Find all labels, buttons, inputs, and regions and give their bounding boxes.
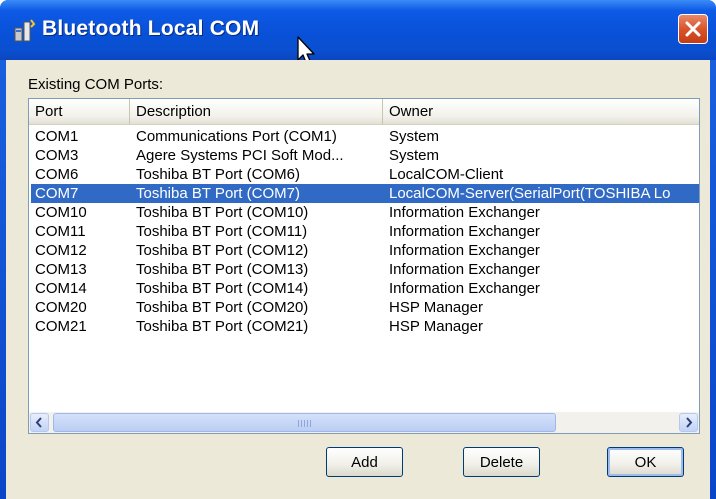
window-title: Bluetooth Local COM bbox=[42, 17, 260, 40]
description-cell: Toshiba BT Port (COM7) bbox=[136, 185, 300, 202]
column-header-description[interactable]: Description bbox=[130, 99, 383, 124]
table-row[interactable]: COM6 Toshiba BT Port (COM6) LocalCOM-Cli… bbox=[29, 165, 699, 184]
chevron-left-icon bbox=[35, 417, 42, 428]
port-cell: COM12 bbox=[35, 242, 87, 259]
table-row[interactable]: COM10 Toshiba BT Port (COM10) Informatio… bbox=[29, 203, 699, 222]
port-cell: COM21 bbox=[35, 318, 87, 335]
port-cell: COM13 bbox=[35, 261, 87, 278]
column-header-port[interactable]: Port bbox=[29, 99, 130, 124]
table-row[interactable]: COM21 Toshiba BT Port (COM21) HSP Manage… bbox=[29, 317, 699, 336]
table-row[interactable]: COM12 Toshiba BT Port (COM12) Informatio… bbox=[29, 241, 699, 260]
dialog-window: Bluetooth Local COM Existing COM Ports: … bbox=[0, 0, 716, 499]
scrollbar-grip bbox=[298, 420, 312, 427]
table-row[interactable]: COM13 Toshiba BT Port (COM13) Informatio… bbox=[29, 260, 699, 279]
dialog-client-area: Existing COM Ports: Port Description Own… bbox=[6, 60, 710, 499]
close-button[interactable] bbox=[678, 14, 708, 44]
table-row[interactable]: COM1 Communications Port (COM1) System bbox=[29, 127, 699, 146]
scroll-right-button[interactable] bbox=[679, 413, 698, 432]
description-cell: Toshiba BT Port (COM21) bbox=[136, 318, 309, 335]
owner-cell: HSP Manager bbox=[389, 318, 483, 335]
description-cell: Toshiba BT Port (COM10) bbox=[136, 204, 309, 221]
owner-cell: LocalCOM-Client bbox=[389, 166, 504, 183]
horizontal-scrollbar[interactable] bbox=[29, 412, 699, 433]
bluetooth-com-app-icon bbox=[14, 19, 36, 42]
description-cell: Toshiba BT Port (COM20) bbox=[136, 299, 309, 316]
description-cell: Toshiba BT Port (COM13) bbox=[136, 261, 309, 278]
add-button[interactable]: Add bbox=[326, 447, 403, 477]
port-cell: COM7 bbox=[35, 185, 79, 202]
owner-cell: System bbox=[389, 128, 440, 145]
scrollbar-thumb[interactable] bbox=[53, 413, 556, 432]
scroll-left-button[interactable] bbox=[30, 413, 49, 432]
description-cell: Agere Systems PCI Soft Mod... bbox=[136, 147, 344, 164]
table-row[interactable]: COM20 Toshiba BT Port (COM20) HSP Manage… bbox=[29, 298, 699, 317]
description-cell: Toshiba BT Port (COM14) bbox=[136, 280, 309, 297]
owner-cell: LocalCOM-Server(SerialPort(TOSHIBA Lo bbox=[389, 185, 671, 202]
port-cell: COM14 bbox=[35, 280, 87, 297]
port-cell: COM20 bbox=[35, 299, 87, 316]
owner-cell: HSP Manager bbox=[389, 299, 483, 316]
owner-cell: Information Exchanger bbox=[389, 261, 540, 278]
table-row[interactable]: COM3 Agere Systems PCI Soft Mod... Syste… bbox=[29, 146, 699, 165]
description-cell: Communications Port (COM1) bbox=[136, 128, 337, 145]
description-cell: Toshiba BT Port (COM6) bbox=[136, 166, 300, 183]
close-icon bbox=[685, 21, 701, 37]
port-cell: COM1 bbox=[35, 128, 79, 145]
port-cell: COM3 bbox=[35, 147, 79, 164]
owner-cell: Information Exchanger bbox=[389, 242, 540, 259]
delete-button[interactable]: Delete bbox=[463, 447, 540, 477]
description-cell: Toshiba BT Port (COM12) bbox=[136, 242, 309, 259]
port-cell: COM10 bbox=[35, 204, 87, 221]
list-header: Port Description Owner bbox=[29, 99, 699, 125]
port-cell: COM6 bbox=[35, 166, 79, 183]
title-bar[interactable]: Bluetooth Local COM bbox=[0, 0, 716, 66]
owner-cell: Information Exchanger bbox=[389, 280, 540, 297]
chevron-right-icon bbox=[686, 417, 693, 428]
existing-com-ports-label: Existing COM Ports: bbox=[28, 76, 164, 93]
port-cell: COM11 bbox=[35, 223, 86, 240]
table-row[interactable]: COM14 Toshiba BT Port (COM14) Informatio… bbox=[29, 279, 699, 298]
column-header-owner[interactable]: Owner bbox=[383, 99, 699, 124]
table-row[interactable]: COM11 Toshiba BT Port (COM11) Informatio… bbox=[29, 222, 699, 241]
com-ports-list[interactable]: Port Description Owner COM1 Communicatio… bbox=[28, 98, 700, 434]
description-cell: Toshiba BT Port (COM11) bbox=[136, 223, 308, 240]
owner-cell: System bbox=[389, 147, 440, 164]
ok-button[interactable]: OK bbox=[607, 447, 684, 477]
owner-cell: Information Exchanger bbox=[389, 223, 540, 240]
owner-cell: Information Exchanger bbox=[389, 204, 540, 221]
table-row-selected[interactable]: COM7 Toshiba BT Port (COM7) LocalCOM-Ser… bbox=[31, 184, 699, 203]
